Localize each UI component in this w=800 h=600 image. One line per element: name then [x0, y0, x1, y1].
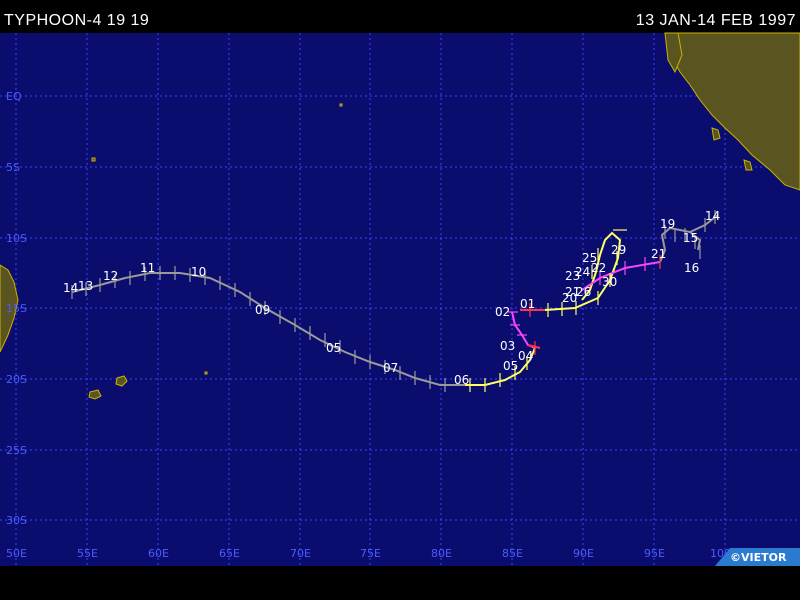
day-label: 04 — [518, 349, 533, 363]
lat-label: 15S — [6, 302, 27, 315]
lon-label: 95E — [644, 547, 665, 560]
day-label: 03 — [500, 339, 515, 353]
day-label: 01 — [520, 297, 535, 311]
day-label: 02 — [495, 305, 510, 319]
lat-label: EQ — [6, 90, 22, 103]
day-label: 14 — [705, 209, 720, 223]
lon-label: 85E — [502, 547, 523, 560]
day-label: 12 — [103, 269, 118, 283]
lat-label: 25S — [6, 444, 27, 457]
day-label: 15 — [683, 231, 698, 245]
lat-label: 10S — [6, 232, 27, 245]
day-label: 21 — [651, 247, 666, 261]
lon-label: 60E — [148, 547, 169, 560]
day-label: 13 — [78, 279, 93, 293]
lon-label: 90E — [573, 547, 594, 560]
lon-label: 80E — [431, 547, 452, 560]
lat-label: 20S — [6, 373, 27, 386]
small-island-3 — [204, 371, 208, 375]
lat-label: 30S — [6, 514, 27, 527]
lon-label: 75E — [360, 547, 381, 560]
lon-label: 70E — [290, 547, 311, 560]
day-label: 26 — [576, 285, 591, 299]
small-island-1 — [91, 157, 96, 162]
day-label: 16 — [684, 261, 699, 275]
day-label: 29 — [611, 243, 626, 257]
lon-label: 55E — [77, 547, 98, 560]
day-label: 30 — [602, 275, 617, 289]
day-label: 14 — [63, 281, 78, 295]
lon-label: 65E — [219, 547, 240, 560]
track-map: 50E 55E 60E 65E 70E 75E 80E 85E 90E 95E … — [0, 32, 800, 566]
day-label: 05 — [503, 359, 518, 373]
day-label: 06 — [454, 373, 469, 387]
day-label: 19 — [660, 217, 675, 231]
day-label: 25 — [582, 251, 597, 265]
ocean-area — [0, 33, 800, 566]
small-island-2 — [339, 103, 343, 107]
credit-badge: ©VIETOR — [715, 548, 800, 566]
day-label: 10 — [191, 265, 206, 279]
day-label: 11 — [140, 261, 155, 275]
lat-label: 5S — [6, 161, 20, 174]
day-label: 24 — [575, 265, 590, 279]
day-label: 09 — [255, 303, 270, 317]
lon-label: 50E — [6, 547, 27, 560]
day-label: 05 — [326, 341, 341, 355]
credit-text: ©VIETOR — [730, 551, 787, 564]
day-label: 07 — [383, 361, 398, 375]
